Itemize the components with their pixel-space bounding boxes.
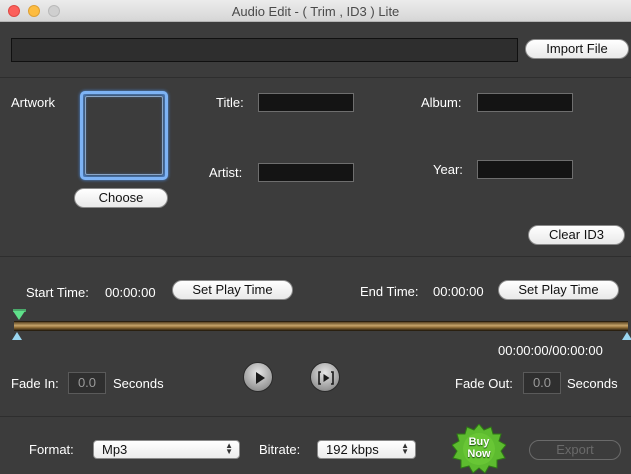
- album-field[interactable]: [477, 93, 573, 112]
- chevron-updown-icon: ▲ ▼: [225, 441, 233, 456]
- fade-out-unit: Seconds: [567, 376, 618, 391]
- play-button[interactable]: [243, 362, 273, 392]
- bitrate-select[interactable]: 192 kbps ▲ ▼: [317, 440, 416, 459]
- import-file-button[interactable]: Import File: [525, 39, 629, 59]
- clear-id3-button[interactable]: Clear ID3: [528, 225, 625, 245]
- start-marker-handle[interactable]: [13, 311, 25, 320]
- file-path-field[interactable]: [11, 38, 518, 62]
- buy-now-line-1: Buy: [468, 436, 490, 448]
- title-field[interactable]: [258, 93, 354, 112]
- separator: [0, 256, 631, 257]
- separator: [0, 77, 631, 78]
- set-end-play-time-button[interactable]: Set Play Time: [498, 280, 619, 300]
- play-icon: [256, 372, 265, 384]
- end-time-value: 00:00:00: [433, 284, 484, 299]
- title-label: Title:: [216, 95, 244, 110]
- format-select-value: Mp3: [102, 442, 128, 457]
- artwork-label: Artwork: [11, 95, 56, 110]
- format-select[interactable]: Mp3 ▲ ▼: [93, 440, 240, 459]
- fade-out-label: Fade Out:: [455, 376, 513, 391]
- export-button[interactable]: Export: [529, 440, 621, 460]
- play-selection-icon: [318, 371, 334, 385]
- fade-in-unit: Seconds: [113, 376, 164, 391]
- start-range-marker[interactable]: [12, 332, 22, 340]
- fade-in-label: Fade In:: [11, 376, 59, 391]
- artist-field[interactable]: [258, 163, 354, 182]
- fade-out-field[interactable]: 0.0: [523, 372, 561, 394]
- trim-timeline[interactable]: [14, 321, 628, 331]
- buy-now-line-2: Now: [467, 448, 491, 460]
- play-selection-button[interactable]: [310, 362, 340, 392]
- end-range-marker[interactable]: [622, 332, 631, 340]
- bitrate-select-value: 192 kbps: [326, 442, 379, 457]
- start-time-value: 00:00:00: [105, 285, 156, 300]
- album-label: Album:: [421, 95, 462, 110]
- artist-label: Artist:: [209, 165, 243, 180]
- separator: [0, 416, 631, 417]
- end-time-label: End Time:: [360, 284, 419, 299]
- window-title: Audio Edit - ( Trim , ID3 ) Lite: [231, 4, 400, 19]
- artwork-well-frame: [85, 96, 163, 175]
- set-start-play-time-button[interactable]: Set Play Time: [172, 280, 293, 300]
- buy-now-label[interactable]: Buy Now: [452, 436, 506, 460]
- title-bar: Audio Edit - ( Trim , ID3 ) Lite: [0, 0, 631, 22]
- format-label: Format:: [29, 442, 74, 457]
- year-label: Year:: [433, 162, 463, 177]
- start-time-label: Start Time:: [26, 285, 89, 300]
- position-readout: 00:00:00/00:00:00: [498, 343, 603, 358]
- artwork-well[interactable]: [80, 91, 168, 180]
- year-field[interactable]: [477, 160, 573, 179]
- bitrate-label: Bitrate:: [259, 442, 301, 457]
- choose-artwork-button[interactable]: Choose: [74, 188, 168, 208]
- fade-in-field[interactable]: 0.0: [68, 372, 106, 394]
- chevron-updown-icon: ▲ ▼: [401, 441, 409, 456]
